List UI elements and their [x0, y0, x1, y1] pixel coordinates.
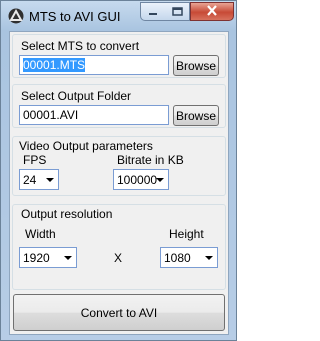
height-label: Height [169, 227, 204, 241]
output-folder-group: Select Output Folder 00001.AVI Browse [12, 84, 226, 128]
resolution-separator: X [114, 251, 123, 265]
input-file-field[interactable]: 00001.MTS [19, 55, 169, 75]
input-browse-button[interactable]: Browse [173, 55, 219, 76]
input-file-group: Select MTS to convert 00001.MTS Browse [12, 34, 226, 78]
chevron-down-icon [205, 256, 213, 260]
minimize-button[interactable] [140, 2, 166, 21]
resolution-label: Output resolution [21, 207, 113, 221]
chevron-down-icon [46, 178, 54, 182]
maximize-button[interactable] [165, 2, 190, 21]
video-params-label: Video Output parameters [19, 139, 153, 153]
bitrate-label: Bitrate in KB [117, 153, 184, 167]
fps-select[interactable]: 24 [19, 169, 59, 190]
width-label: Width [25, 227, 56, 241]
output-file-field[interactable]: 00001.AVI [19, 105, 169, 125]
chevron-down-icon [64, 256, 72, 260]
input-file-label: Select MTS to convert [21, 39, 140, 53]
output-folder-label: Select Output Folder [21, 89, 132, 103]
triangle-app-icon [8, 8, 24, 24]
bitrate-value: 100000l [117, 173, 157, 187]
height-value: 1080 [164, 251, 191, 265]
input-file-value: 00001.MTS [23, 58, 86, 72]
width-value: 1920 [23, 251, 50, 265]
output-browse-button[interactable]: Browse [173, 105, 219, 126]
height-select[interactable]: 1080 [160, 247, 218, 268]
minimize-icon [148, 5, 158, 19]
resolution-group: Output resolution Width 1920 X Height 10… [12, 204, 226, 290]
fps-label: FPS [23, 153, 47, 167]
maximize-icon [171, 5, 183, 19]
app-window: MTS to AVI GUI Select MTS to convert 000… [0, 0, 237, 341]
convert-button[interactable]: Convert to AVI [13, 294, 225, 331]
fps-value: 24 [23, 173, 37, 187]
bitrate-select[interactable]: 100000l [113, 169, 169, 190]
width-select[interactable]: 1920 [19, 247, 77, 268]
close-icon [206, 4, 218, 19]
window-title: MTS to AVI GUI [29, 9, 121, 24]
chevron-down-icon [156, 178, 164, 182]
output-file-value: 00001.AVI [23, 108, 79, 122]
close-button[interactable] [190, 2, 234, 21]
client-area: Select MTS to convert 00001.MTS Browse S… [9, 31, 229, 335]
video-params-group: Video Output parameters FPS 24 Bitrate i… [12, 136, 226, 196]
title-bar[interactable]: MTS to AVI GUI [1, 1, 236, 31]
